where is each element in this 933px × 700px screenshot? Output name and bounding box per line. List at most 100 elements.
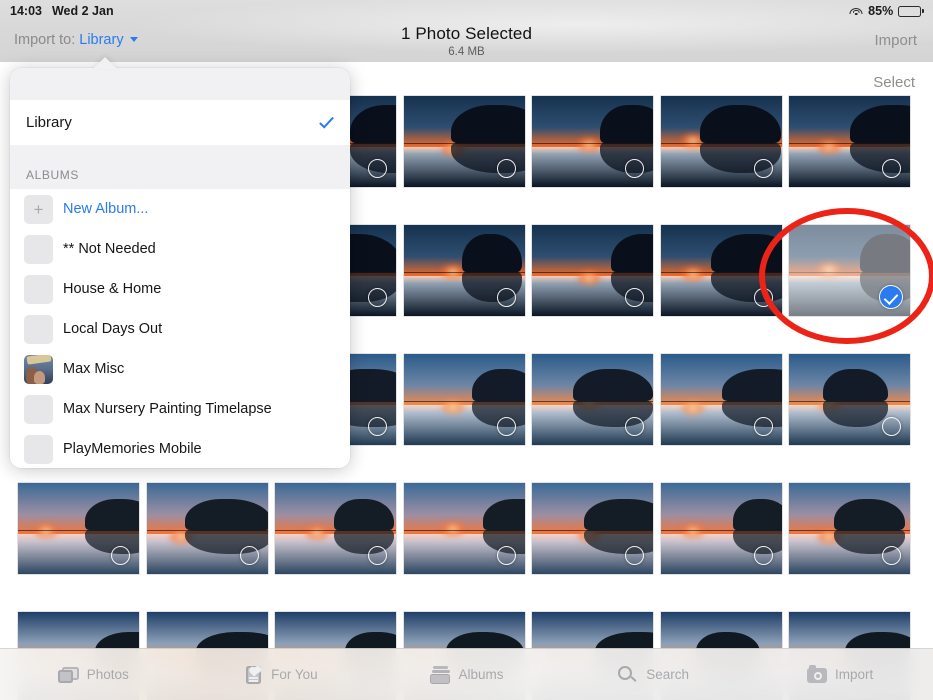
- album-name: Max Misc: [63, 361, 125, 377]
- album-row[interactable]: PlayMemories Mobile: [10, 429, 350, 468]
- photo-cell[interactable]: [532, 96, 653, 187]
- photo-cell[interactable]: [660, 225, 782, 316]
- photo-cell[interactable]: [532, 354, 653, 445]
- tab-albums[interactable]: Albums: [373, 665, 560, 685]
- empty-circle-icon[interactable]: [625, 159, 644, 178]
- album-list: New Album... ** Not Needed House & Home Loc…: [10, 189, 350, 468]
- empty-circle-icon[interactable]: [753, 159, 773, 178]
- battery-percent: 85%: [868, 4, 894, 18]
- photos-import-screen: 14:03 Wed 2 Jan 85% Import to: Library 1…: [0, 0, 933, 700]
- photo-cell[interactable]: [403, 96, 525, 187]
- photo-cell[interactable]: [403, 225, 525, 316]
- empty-circle-icon[interactable]: [368, 288, 387, 307]
- photo-cell-selected[interactable]: [789, 225, 910, 316]
- tab-label: Photos: [86, 667, 129, 682]
- wifi-icon: [849, 6, 863, 17]
- empty-circle-icon[interactable]: [753, 546, 773, 565]
- checkmark-icon: [319, 113, 334, 129]
- empty-circle-icon[interactable]: [625, 288, 644, 307]
- empty-circle-icon[interactable]: [496, 159, 516, 178]
- navigation-bar: Import to: Library 1 Photo Selected 6.4 …: [0, 22, 933, 62]
- popover-item-label: Library: [26, 114, 72, 131]
- photo-cell[interactable]: [532, 225, 653, 316]
- tab-import[interactable]: Import: [746, 664, 933, 685]
- tab-for-you[interactable]: For You: [187, 665, 374, 685]
- status-bar-right: 85%: [849, 0, 924, 22]
- tab-search[interactable]: Search: [560, 665, 747, 685]
- album-thumbnail-placeholder: [24, 234, 53, 264]
- album-thumbnail: [24, 354, 53, 384]
- empty-circle-icon[interactable]: [368, 417, 387, 436]
- plus-icon: [24, 194, 53, 224]
- album-thumbnail-placeholder: [24, 434, 53, 464]
- tab-label: Albums: [458, 667, 504, 682]
- import-destination-popover: Library ALBUMS New Album... ** Not Needed…: [10, 68, 350, 468]
- photo-cell[interactable]: [532, 483, 653, 574]
- status-bar: 14:03 Wed 2 Jan 85%: [0, 0, 933, 22]
- empty-circle-icon[interactable]: [368, 546, 387, 565]
- photo-cell[interactable]: [789, 354, 910, 445]
- select-button[interactable]: Select: [873, 74, 915, 91]
- empty-circle-icon[interactable]: [753, 288, 773, 307]
- photo-cell[interactable]: [660, 483, 782, 574]
- popover-arrow: [93, 57, 117, 69]
- empty-circle-icon[interactable]: [625, 417, 644, 436]
- status-time: 14:03: [10, 4, 42, 18]
- tab-label: For You: [271, 667, 318, 682]
- tab-label: Search: [646, 667, 689, 682]
- photo-cell[interactable]: [403, 354, 525, 445]
- import-button[interactable]: Import: [874, 32, 917, 49]
- camera-import-icon: [806, 664, 828, 685]
- tab-bar: Photos For You Albums Search Import: [0, 648, 933, 700]
- album-thumbnail-placeholder: [24, 394, 53, 424]
- for-you-icon: [242, 665, 264, 685]
- photo-cell[interactable]: [403, 483, 525, 574]
- empty-circle-icon[interactable]: [882, 546, 901, 565]
- album-row[interactable]: Local Days Out: [10, 309, 350, 349]
- albums-icon: [429, 665, 451, 685]
- tab-label: Import: [835, 667, 874, 682]
- photo-cell[interactable]: [18, 483, 139, 574]
- empty-circle-icon[interactable]: [496, 546, 516, 565]
- album-row[interactable]: Max Misc: [10, 349, 350, 389]
- empty-circle-icon[interactable]: [368, 159, 387, 178]
- photo-cell[interactable]: [789, 96, 910, 187]
- album-row[interactable]: Max Nursery Painting Timelapse: [10, 389, 350, 429]
- album-thumbnail-placeholder: [24, 314, 53, 344]
- battery-icon: [898, 5, 924, 17]
- title-block: 1 Photo Selected 6.4 MB: [0, 24, 933, 58]
- photos-icon: [57, 665, 80, 685]
- status-date: Wed 2 Jan: [51, 4, 114, 18]
- page-subtitle: 6.4 MB: [448, 46, 485, 58]
- photo-grid-row: [0, 483, 933, 612]
- empty-circle-icon[interactable]: [625, 546, 644, 565]
- popover-section: ALBUMS: [10, 145, 350, 189]
- album-name: Local Days Out: [63, 321, 163, 337]
- empty-circle-icon[interactable]: [239, 546, 259, 565]
- photo-cell[interactable]: [275, 483, 396, 574]
- photo-cell[interactable]: [146, 483, 268, 574]
- empty-circle-icon[interactable]: [753, 417, 773, 436]
- album-name: ** Not Needed: [63, 241, 156, 257]
- empty-circle-icon[interactable]: [882, 159, 901, 178]
- album-name: House & Home: [63, 281, 162, 297]
- album-name: PlayMemories Mobile: [63, 441, 202, 457]
- empty-circle-icon[interactable]: [882, 417, 901, 436]
- photo-cell[interactable]: [660, 354, 782, 445]
- empty-circle-icon[interactable]: [496, 288, 516, 307]
- album-name: Max Nursery Painting Timelapse: [63, 401, 272, 417]
- popover-top-padding: [10, 68, 350, 100]
- album-thumbnail-placeholder: [24, 274, 53, 304]
- album-name: New Album...: [63, 201, 149, 217]
- album-row[interactable]: New Album...: [10, 189, 350, 229]
- empty-circle-icon[interactable]: [496, 417, 516, 436]
- photo-cell[interactable]: [660, 96, 782, 187]
- checkmark-circle-icon[interactable]: [879, 285, 903, 309]
- popover-item-library[interactable]: Library: [10, 100, 350, 145]
- empty-circle-icon[interactable]: [111, 546, 130, 565]
- album-row[interactable]: ** Not Needed: [10, 229, 350, 269]
- search-icon: [617, 665, 639, 685]
- tab-photos[interactable]: Photos: [0, 665, 187, 685]
- album-row[interactable]: House & Home: [10, 269, 350, 309]
- photo-cell[interactable]: [789, 483, 910, 574]
